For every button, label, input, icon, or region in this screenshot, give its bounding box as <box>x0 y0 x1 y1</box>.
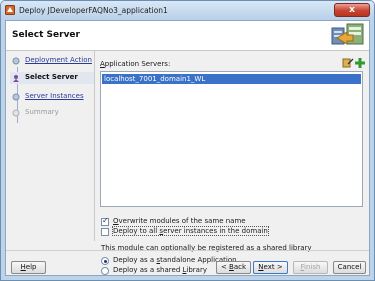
servers-label: Application Servers: <box>100 60 171 68</box>
app-icon <box>5 5 15 15</box>
nav-item-label: Summary <box>25 108 59 116</box>
deploy-server-icon <box>331 23 364 45</box>
deploy-all-label[interactable]: Deploy to all server instances in the do… <box>112 226 269 236</box>
shared-library-radio[interactable] <box>101 267 109 275</box>
deploy-dialog: Deploy JDeveloperFAQNo3_application1 x S… <box>0 0 375 281</box>
footer-divider <box>6 250 369 251</box>
edit-server-icon <box>342 58 354 68</box>
nav-item-label: Server Instances <box>25 92 84 100</box>
help-button[interactable]: Help <box>11 261 46 274</box>
wizard-header: Select Server <box>6 21 369 51</box>
page-title: Select Server <box>12 30 80 40</box>
step-icon <box>12 109 20 117</box>
standalone-radio[interactable] <box>101 257 109 265</box>
nav-item-label: Select Server <box>25 73 78 81</box>
list-item[interactable]: localhost_7001_domain1_WL <box>102 74 361 84</box>
overwrite-checkbox[interactable] <box>101 216 109 226</box>
shared-library-label[interactable]: Deploy as a shared Library <box>113 266 207 274</box>
close-icon: x <box>349 5 355 15</box>
current-step-icon <box>13 75 19 82</box>
step-icon <box>12 57 20 65</box>
server-toolbar <box>342 58 365 68</box>
nav-item-deployment-action[interactable]: Deployment Action <box>10 55 94 67</box>
cancel-button[interactable]: Cancel <box>333 261 366 274</box>
next-button[interactable]: Next > <box>253 261 288 274</box>
nav-item-select-server[interactable]: Select Server <box>10 72 94 84</box>
wizard-nav: Deployment Action Select Server Server I… <box>6 51 95 241</box>
overwrite-label[interactable]: Overwrite modules of the same name <box>113 217 246 225</box>
dialog-body: Select Server Deployment Action Select S… <box>5 20 370 276</box>
wizard-content: Application Servers: localhost_7001_doma… <box>98 51 368 275</box>
close-button[interactable]: x <box>334 3 370 17</box>
nav-item-label: Deployment Action <box>25 56 92 64</box>
title-bar: Deploy JDeveloperFAQNo3_application1 x <box>1 1 374 20</box>
add-server-icon <box>355 58 365 68</box>
nav-item-summary: Summary <box>10 107 94 119</box>
step-icon <box>12 93 20 101</box>
back-button[interactable]: < Back <box>216 261 251 274</box>
nav-item-server-instances[interactable]: Server Instances <box>10 91 94 103</box>
finish-button: Finish <box>293 261 328 274</box>
application-servers-list[interactable]: localhost_7001_domain1_WL <box>100 71 363 207</box>
window-title: Deploy JDeveloperFAQNo3_application1 <box>19 6 168 15</box>
deploy-all-checkbox[interactable] <box>101 228 109 236</box>
